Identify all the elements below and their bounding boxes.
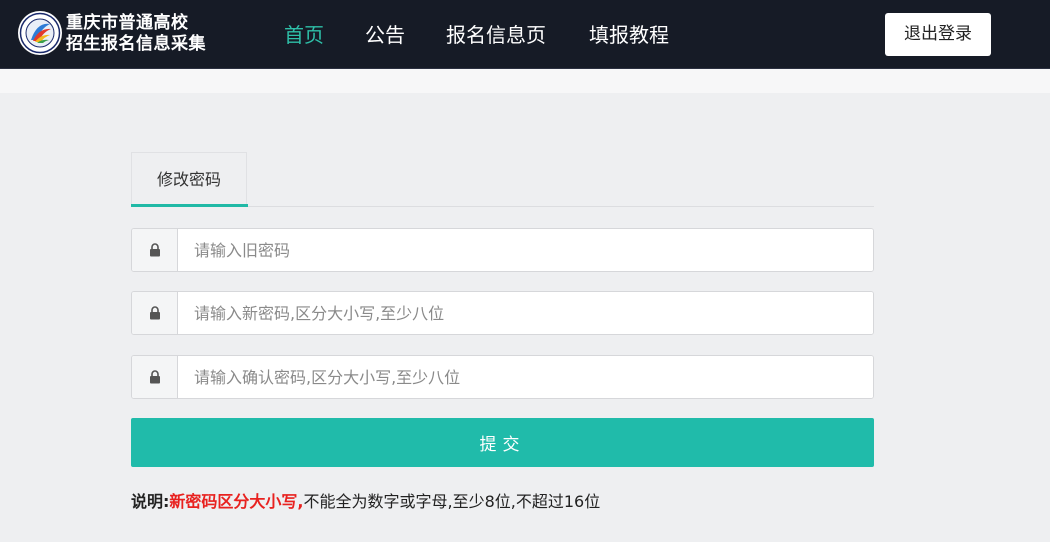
brand-line-2: 招生报名信息采集 xyxy=(66,34,206,54)
note-label: 说明: xyxy=(131,492,170,511)
new-password-input[interactable] xyxy=(178,292,873,334)
old-password-addon xyxy=(132,229,178,271)
confirm-password-group xyxy=(131,355,874,399)
tab-active-underline xyxy=(131,204,248,207)
top-navbar: 重庆市普通高校 招生报名信息采集 首页 公告 报名信息页 填报教程 退出登录 xyxy=(0,0,1050,69)
brand-line-1: 重庆市普通高校 xyxy=(66,13,189,33)
confirm-password-addon xyxy=(132,356,178,398)
nav-announcements[interactable]: 公告 xyxy=(365,0,405,68)
lock-icon xyxy=(149,306,160,320)
new-password-group xyxy=(131,291,874,335)
school-logo-icon xyxy=(18,11,62,55)
nav-home[interactable]: 首页 xyxy=(284,0,324,68)
old-password-input[interactable] xyxy=(178,229,873,271)
confirm-password-input[interactable] xyxy=(178,356,873,398)
lock-icon xyxy=(149,243,160,257)
logout-button[interactable]: 退出登录 xyxy=(885,13,991,56)
submit-button[interactable]: 提交 xyxy=(131,418,874,467)
tab-change-password[interactable]: 修改密码 xyxy=(131,152,247,206)
password-rules-note: 说明:新密码区分大小写,不能全为数字或字母,至少8位,不超过16位 xyxy=(131,488,600,512)
brand-title[interactable]: 重庆市普通高校 招生报名信息采集 xyxy=(66,13,206,55)
nav-tutorial[interactable]: 填报教程 xyxy=(589,0,669,68)
note-highlight: 新密码区分大小写, xyxy=(169,492,304,511)
note-text: 不能全为数字或字母,至少8位,不超过16位 xyxy=(303,492,601,511)
new-password-addon xyxy=(132,292,178,334)
header-divider-strip xyxy=(0,69,1050,93)
old-password-group xyxy=(131,228,874,272)
nav-registration-info[interactable]: 报名信息页 xyxy=(446,0,546,68)
lock-icon xyxy=(149,370,160,384)
